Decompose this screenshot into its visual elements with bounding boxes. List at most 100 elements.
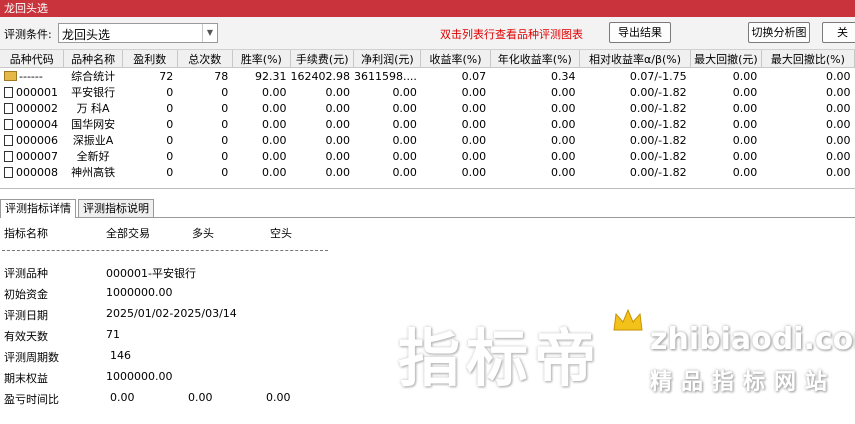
column-header[interactable]: 盈利数 <box>122 50 178 68</box>
cell-ret: 0.00 <box>461 117 487 131</box>
tab-explain[interactable]: 评测指标说明 <box>78 199 154 217</box>
cell-ret: 0.00 <box>461 149 487 163</box>
table-row[interactable]: 000006 深振业A 0 0 0.00 0.00 0.00 0.00 0.00 0.00/-1.… <box>0 132 855 148</box>
column-header[interactable]: 胜率(%) <box>232 50 291 68</box>
cell-ddp: 0.00 <box>826 69 851 83</box>
cell-total: 0 <box>221 133 229 147</box>
column-header[interactable]: 最大回撤比(%) <box>761 50 855 68</box>
cell-rel: 0.00/-1.82 <box>629 149 687 163</box>
document-icon <box>4 134 13 146</box>
cell-ddp: 0.00 <box>826 85 851 99</box>
cell-ddp: 0.00 <box>826 149 851 163</box>
cell-rate: 0.00 <box>261 101 287 115</box>
cell-profit: 3611598.... <box>353 69 417 83</box>
cell-dd: 0.00 <box>732 165 758 179</box>
table-row[interactable]: 000001 平安银行 0 0 0.00 0.00 0.00 0.00 0.00 0.00/-1.… <box>0 84 855 100</box>
detail-value: 1000000.00 <box>106 370 173 383</box>
column-header[interactable]: 品种代码 <box>0 50 65 68</box>
close-button[interactable]: 关 <box>822 22 855 43</box>
column-header[interactable]: 净利润(元) <box>353 50 422 68</box>
cell-ddp: 0.00 <box>826 117 851 131</box>
table-row[interactable]: 000004 国华网安 0 0 0.00 0.00 0.00 0.00 0.00 0.00/-1.… <box>0 116 855 132</box>
cell-win: 0 <box>166 165 174 179</box>
cell-fee: 0.00 <box>325 85 350 99</box>
cell-rel: 0.00/-1.82 <box>629 133 687 147</box>
crown-icon <box>613 308 643 331</box>
cell-total: 0 <box>221 85 229 99</box>
switch-chart-button[interactable]: 切换分析图 <box>748 22 810 43</box>
row-code: 000007 <box>16 149 58 163</box>
row-name: 深振业A <box>72 134 114 147</box>
detail-label: 期末权益 <box>4 372 48 385</box>
cell-profit: 0.00 <box>392 149 417 163</box>
folder-icon <box>4 70 17 81</box>
export-button[interactable]: 导出结果 <box>609 22 671 43</box>
cell-rel: 0.00/-1.82 <box>629 117 687 131</box>
cell-ret: 0.00 <box>461 85 487 99</box>
cell-rate: 92.31 <box>254 69 287 83</box>
cell-dd: 0.00 <box>732 133 758 147</box>
detail-label: 盈亏时间比 <box>4 393 59 406</box>
cell-profit: 0.00 <box>392 85 417 99</box>
cell-rel: 0.00/-1.82 <box>629 85 687 99</box>
document-icon <box>4 166 13 178</box>
detail-value: 0.00 <box>110 391 135 404</box>
cell-ret: 0.00 <box>461 165 487 179</box>
table-row[interactable]: 000008 神州高铁 0 0 0.00 0.00 0.00 0.00 0.00 0.00/-1.… <box>0 164 855 180</box>
cell-ret: 0.00 <box>461 101 487 115</box>
cell-dd: 0.00 <box>732 85 758 99</box>
cell-rate: 0.00 <box>261 165 287 179</box>
cell-win: 0 <box>166 149 174 163</box>
column-header[interactable]: 最大回撤(元) <box>690 50 762 68</box>
cell-ret: 0.07 <box>461 69 487 83</box>
row-name: 全新好 <box>76 150 110 163</box>
cell-profit: 0.00 <box>392 133 417 147</box>
cell-profit: 0.00 <box>392 165 417 179</box>
row-name: 综合统计 <box>71 70 116 83</box>
table-header: 品种代码 品种名称 盈利数 总次数 胜率(%) 手续费(元) 净利润(元) 收益率(%) 年化收… <box>0 50 855 68</box>
column-header[interactable]: 相对收益率α/β(%) <box>579 50 692 68</box>
cell-rel: 0.00/-1.82 <box>629 101 687 115</box>
document-icon <box>4 102 13 114</box>
column-header[interactable]: 总次数 <box>177 50 233 68</box>
cell-dd: 0.00 <box>732 117 758 131</box>
cell-ddp: 0.00 <box>826 165 851 179</box>
cell-total: 0 <box>221 117 229 131</box>
table-row[interactable]: 000002 万 科A 0 0 0.00 0.00 0.00 0.00 0.00 0.00/-1.… <box>0 100 855 116</box>
divider <box>2 250 328 251</box>
table-row[interactable]: ------ 综合统计 72 78 92.31 162402.98 3611598.... 0… <box>0 68 855 85</box>
cell-profit: 0.00 <box>392 101 417 115</box>
detail-label: 初始资金 <box>4 288 48 301</box>
condition-value: 龙回头选 <box>62 28 111 42</box>
detail-value: 146 <box>110 349 131 362</box>
cell-win: 72 <box>159 69 174 83</box>
cell-fee: 162402.98 <box>290 69 350 83</box>
column-header[interactable]: 收益率(%) <box>420 50 491 68</box>
column-header[interactable]: 手续费(元) <box>290 50 355 68</box>
row-code: 000006 <box>16 133 58 147</box>
cell-ddp: 0.00 <box>826 101 851 115</box>
tab-detail[interactable]: 评测指标详情 <box>0 199 76 218</box>
document-icon <box>4 86 13 98</box>
toolbar: 评测条件: 龙回头选 ▼ 双击列表行查看品种评测图表 导出结果 切换分析图 关 <box>0 17 855 50</box>
cell-fee: 0.00 <box>325 133 350 147</box>
cell-total: 0 <box>221 149 229 163</box>
row-code: 000004 <box>16 117 58 131</box>
document-icon <box>4 150 13 162</box>
row-code: 000001 <box>16 85 58 99</box>
detail-value-long: 0.00 <box>188 391 213 404</box>
detail-head-all: 全部交易 <box>106 227 150 240</box>
detail-value: 000001-平安银行 <box>106 267 196 280</box>
watermark-logo: 指标帝 <box>398 322 603 395</box>
results-table[interactable]: 品种代码 品种名称 盈利数 总次数 胜率(%) 手续费(元) 净利润(元) 收益率(%) 年化收… <box>0 50 855 189</box>
cell-win: 0 <box>166 85 174 99</box>
table-row[interactable]: 000007 全新好 0 0 0.00 0.00 0.00 0.00 0.00 0.00/-1.8… <box>0 148 855 164</box>
cell-total: 0 <box>221 101 229 115</box>
column-header[interactable]: 品种名称 <box>63 50 123 68</box>
detail-label: 评测日期 <box>4 309 48 322</box>
row-code: 000002 <box>16 101 58 115</box>
condition-select[interactable]: 龙回头选 ▼ <box>58 23 218 43</box>
detail-label: 评测周期数 <box>4 351 59 364</box>
chevron-down-icon[interactable]: ▼ <box>202 24 217 42</box>
column-header[interactable]: 年化收益率(%) <box>490 50 580 68</box>
